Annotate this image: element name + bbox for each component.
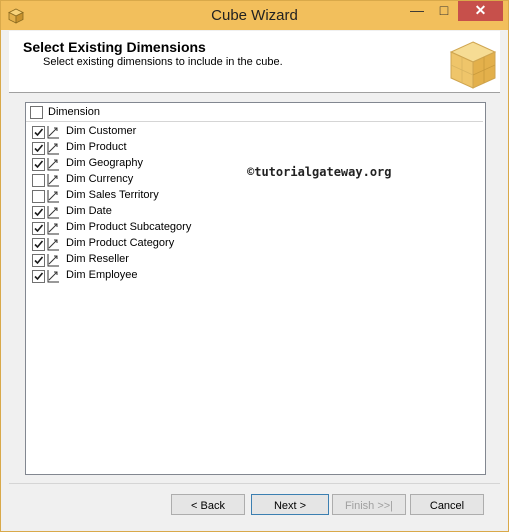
dimension-label: Dim Product Subcategory (66, 221, 192, 233)
dimension-icon (47, 222, 59, 235)
select-all-checkbox[interactable] (30, 106, 43, 119)
dimension-row[interactable]: Dim Product Subcategory (26, 220, 483, 236)
finish-button[interactable]: Finish >>| (332, 494, 406, 515)
dimension-label: Dim Customer (66, 125, 137, 137)
dimension-checkbox-checked[interactable] (32, 206, 45, 219)
dimension-label: Dim Product (66, 141, 127, 153)
watermark-text: ©tutorialgateway.org (247, 165, 392, 179)
cube-wizard-window: Cube Wizard — □ ✕ Select Existing Dimens… (0, 0, 509, 532)
dimension-checkbox-checked[interactable] (32, 270, 45, 283)
dimension-checkbox[interactable] (32, 190, 45, 203)
dimension-row[interactable]: Dim Product (26, 140, 483, 156)
dimension-icon (47, 142, 59, 155)
dimension-checkbox-checked[interactable] (32, 126, 45, 139)
dimension-column-header[interactable]: Dimension (48, 106, 100, 118)
dimension-label: Dim Date (66, 205, 112, 217)
dimension-icon (47, 190, 59, 203)
dimension-checkbox-checked[interactable] (32, 142, 45, 155)
title-bar[interactable]: Cube Wizard — □ ✕ (1, 1, 508, 30)
dimension-checkbox[interactable] (32, 174, 45, 187)
dimension-label: Dim Reseller (66, 253, 129, 265)
cube-banner-icon (449, 41, 497, 89)
page-title: Select Existing Dimensions (23, 39, 206, 55)
dimension-list: Dim Customer Dim Product Dim Geography Dim … (26, 124, 483, 284)
dimension-row[interactable]: Dim Customer (26, 124, 483, 140)
dimension-row[interactable]: Dim Date (26, 204, 483, 220)
dimension-label: Dim Employee (66, 269, 138, 281)
minimize-button[interactable]: — (404, 1, 430, 21)
dimension-icon (47, 174, 59, 187)
dimension-label: Dim Product Category (66, 237, 175, 249)
dimension-checkbox-checked[interactable] (32, 238, 45, 251)
dimension-row[interactable]: Dim Reseller (26, 252, 483, 268)
dimension-icon (47, 126, 59, 139)
dimension-checkbox-checked[interactable] (32, 254, 45, 267)
dimension-row[interactable]: Dim Sales Territory (26, 188, 483, 204)
back-button[interactable]: < Back (171, 494, 245, 515)
cancel-button[interactable]: Cancel (410, 494, 484, 515)
dimension-checkbox-checked[interactable] (32, 158, 45, 171)
dimension-label: Dim Sales Territory (66, 189, 159, 201)
footer-separator (9, 483, 500, 484)
grid-header: Dimension (26, 103, 483, 122)
dimension-icon (47, 254, 59, 267)
dimension-icon (47, 270, 59, 283)
dimension-label: Dim Geography (66, 157, 144, 169)
dimension-icon (47, 238, 59, 251)
dimension-icon (47, 158, 59, 171)
next-button[interactable]: Next > (251, 494, 329, 515)
dimension-row[interactable]: Dim Product Category (26, 236, 483, 252)
maximize-button[interactable]: □ (431, 1, 457, 21)
close-button[interactable]: ✕ (458, 1, 503, 21)
page-subtitle: Select existing dimensions to include in… (43, 56, 283, 68)
dimension-checkbox-checked[interactable] (32, 222, 45, 235)
dimension-row[interactable]: Dim Employee (26, 268, 483, 284)
dimensions-grid[interactable]: Dimension Dim Customer Dim Product Dim Geo… (25, 102, 486, 475)
dimension-icon (47, 206, 59, 219)
wizard-header: Select Existing Dimensions Select existi… (9, 31, 500, 93)
dimension-label: Dim Currency (66, 173, 134, 185)
